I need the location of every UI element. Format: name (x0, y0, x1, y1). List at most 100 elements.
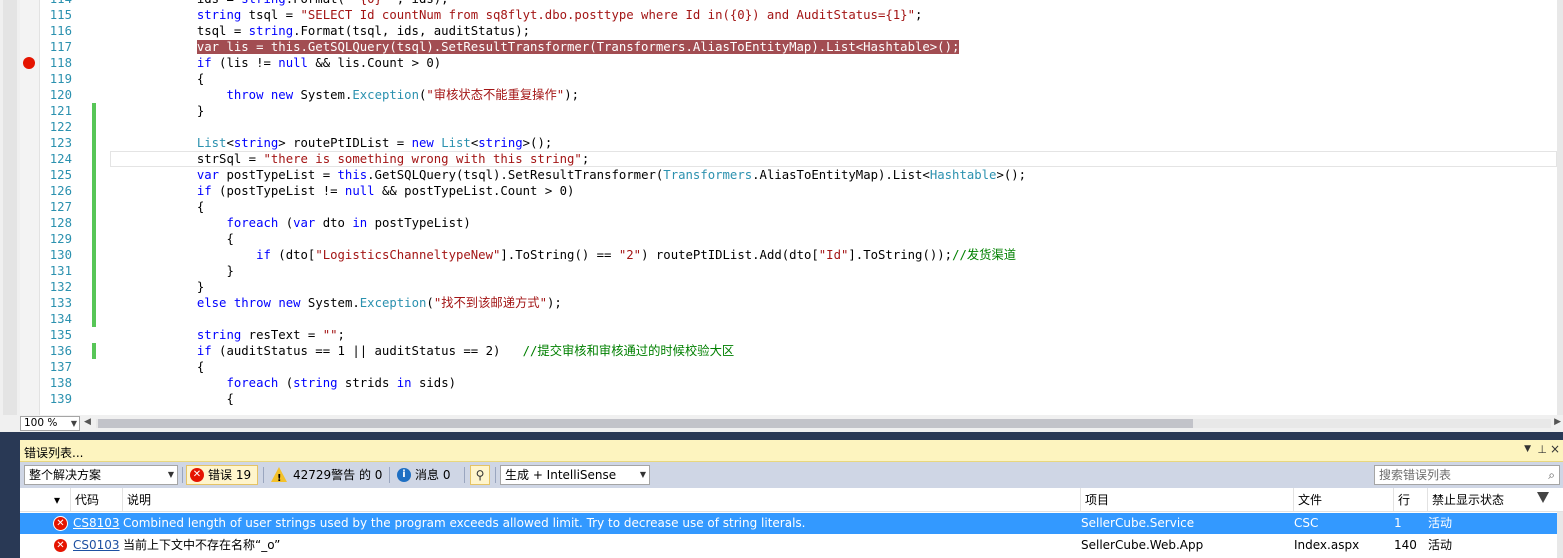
code-token: new (278, 296, 301, 310)
code-line[interactable]: 125 var postTypeList = this.GetSQLQuery(… (40, 167, 1557, 183)
code-line[interactable]: 133 else throw new System.Exception("找不到… (40, 295, 1557, 311)
code-line[interactable]: 121 } (40, 103, 1557, 119)
breakpoint-icon[interactable] (23, 57, 35, 69)
column-line[interactable]: 行 (1393, 488, 1427, 512)
scroll-left-icon[interactable]: ◀ (84, 417, 91, 427)
code-line[interactable]: 123 List<string> routePtIDList = new Lis… (40, 135, 1557, 151)
table-row[interactable]: ✕ CS8103 Combined length of user strings u… (20, 513, 1563, 534)
warnings-filter-button[interactable]: ! 42729警告 的 0 (267, 465, 387, 485)
table-row[interactable]: ✕ CS0103 当前上下文中不存在名称“_o” SellerCube.Web.App… (20, 535, 1563, 556)
code-token: "Id" (818, 248, 849, 262)
code-token: string (196, 8, 242, 22)
pin-icon[interactable]: ⊥ (1537, 443, 1547, 456)
editor-vertical-scrollbar[interactable] (1557, 0, 1563, 415)
code-token: string (248, 24, 294, 38)
code-token: strSql = (108, 152, 264, 166)
code-line[interactable]: 129 { (40, 231, 1557, 247)
code-line[interactable]: 127 { (40, 199, 1557, 215)
zoom-combo[interactable]: 100 % ▼ (20, 416, 80, 431)
code-token: if (256, 248, 271, 262)
code-token: .Format(tsql, ids, auditStatus); (293, 24, 531, 38)
messages-filter-button[interactable]: i 消息 0 (393, 465, 459, 485)
code-line[interactable]: 135 string resText = ""; (40, 327, 1557, 343)
column-description[interactable]: 说明 (122, 488, 1080, 512)
sort-indicator-icon[interactable]: ▾ (50, 488, 70, 512)
code-line[interactable]: 124 strSql = "there is something wrong w… (40, 151, 1557, 167)
editor-horizontal-scrollbar[interactable] (96, 419, 1551, 428)
code-line[interactable]: 139 { (40, 391, 1557, 407)
code-line[interactable]: 130 if (dto["LogisticsChanneltypeNew"].T… (40, 247, 1557, 263)
build-filter-combo[interactable]: 生成 + IntelliSense ▼ (500, 465, 650, 485)
code-token: ); (547, 296, 562, 310)
filter-icon[interactable]: ⚲ (470, 465, 490, 485)
code-text: { (108, 359, 204, 375)
code-token: postTypeList) (367, 216, 471, 230)
code-editor[interactable]: 114 ids = string.Format("'{0}'", ids);11… (0, 0, 1563, 432)
code-line[interactable]: 131 } (40, 263, 1557, 279)
code-line[interactable]: 138 foreach (string strids in sids) (40, 375, 1557, 391)
chevron-down-icon: ▼ (70, 419, 77, 428)
scrollbar-thumb[interactable] (98, 419, 1193, 428)
code-token: { (108, 200, 205, 214)
code-text: ids = string.Format("'{0}'", ids); (108, 0, 449, 7)
code-line[interactable]: 118 if (lis != null && lis.Count > 0) (40, 55, 1557, 71)
search-icon: ⌕ (1548, 468, 1555, 482)
code-token: var (196, 168, 220, 182)
code-line[interactable]: 117 var lis = this.GetSQLQuery(tsql).Set… (40, 39, 1557, 55)
column-code[interactable]: 代码 (70, 488, 122, 512)
code-line[interactable]: 132 } (40, 279, 1557, 295)
code-token: >(); (996, 168, 1027, 182)
panel-splitter[interactable] (0, 432, 1563, 440)
code-line[interactable]: 115 string tsql = "SELECT Id countNum fr… (40, 7, 1557, 23)
errors-filter-button[interactable]: ✕ 错误 19 (186, 465, 258, 485)
code-token: List (196, 136, 227, 150)
code-token: postTypeList = (219, 168, 338, 182)
code-token: { (108, 72, 205, 86)
column-filter-icon[interactable] (1537, 492, 1549, 503)
code-line[interactable]: 136 if (auditStatus == 1 || auditStatus … (40, 343, 1557, 359)
window-position-icon[interactable]: ▼ (1524, 444, 1531, 454)
code-token: string (293, 376, 338, 390)
code-line[interactable]: 126 if (postTypeList != null && postType… (40, 183, 1557, 199)
row-file: Index.aspx (1294, 538, 1360, 552)
column-project[interactable]: 项目 (1080, 488, 1293, 512)
line-number: 131 (49, 264, 72, 278)
scroll-right-icon[interactable]: ▶ (1554, 417, 1561, 427)
messages-label: 消息 0 (415, 468, 451, 482)
error-code-link[interactable]: CS8103 (73, 516, 120, 530)
error-code-link[interactable]: CS0103 (73, 538, 120, 552)
code-line[interactable]: 122 (40, 119, 1557, 135)
code-token: Hashtable (929, 168, 997, 182)
code-token: List (441, 136, 471, 150)
line-number: 114 (40, 0, 72, 7)
code-line[interactable]: 128 foreach (var dto in postTypeList) (40, 215, 1557, 231)
code-text: if (postTypeList != null && postTypeList… (108, 183, 575, 199)
column-suppression[interactable]: 禁止显示状态 (1427, 488, 1563, 512)
error-list-vertical-scrollbar[interactable] (1557, 512, 1563, 558)
code-line[interactable]: 137 { (40, 359, 1557, 375)
chevron-down-icon: ▼ (639, 470, 646, 479)
scope-combo[interactable]: 整个解决方案 ▼ (24, 465, 178, 485)
code-token: dto (315, 216, 353, 230)
code-area[interactable]: 114 ids = string.Format("'{0}'", ids);11… (40, 0, 1557, 415)
change-indicator (92, 295, 96, 311)
row-code[interactable]: CS8103 (73, 513, 121, 534)
search-input[interactable]: 搜索错误列表 ⌕ (1374, 465, 1560, 485)
panel-title-bar[interactable]: 错误列表... ▼ ⊥ × (20, 440, 1563, 462)
code-token: in (396, 376, 412, 390)
code-line[interactable]: 116 tsql = string.Format(tsql, ids, audi… (40, 23, 1557, 39)
column-file[interactable]: 文件 (1293, 488, 1393, 512)
change-indicator (92, 263, 96, 279)
row-code[interactable]: CS0103 (73, 535, 121, 556)
warnings-label: 42729警告 的 0 (293, 468, 383, 482)
code-line[interactable]: 134 (40, 311, 1557, 327)
close-icon[interactable]: × (1550, 442, 1560, 456)
code-line[interactable]: 119 { (40, 71, 1557, 87)
code-text: } (108, 263, 233, 279)
change-indicator (92, 343, 96, 359)
code-token: //提交审核和审核通过的时候校验大区 (522, 344, 735, 358)
code-line[interactable]: 114 ids = string.Format("'{0}'", ids); (40, 0, 1557, 7)
code-line[interactable]: 120 throw new System.Exception("审核状态不能重复… (40, 87, 1557, 103)
